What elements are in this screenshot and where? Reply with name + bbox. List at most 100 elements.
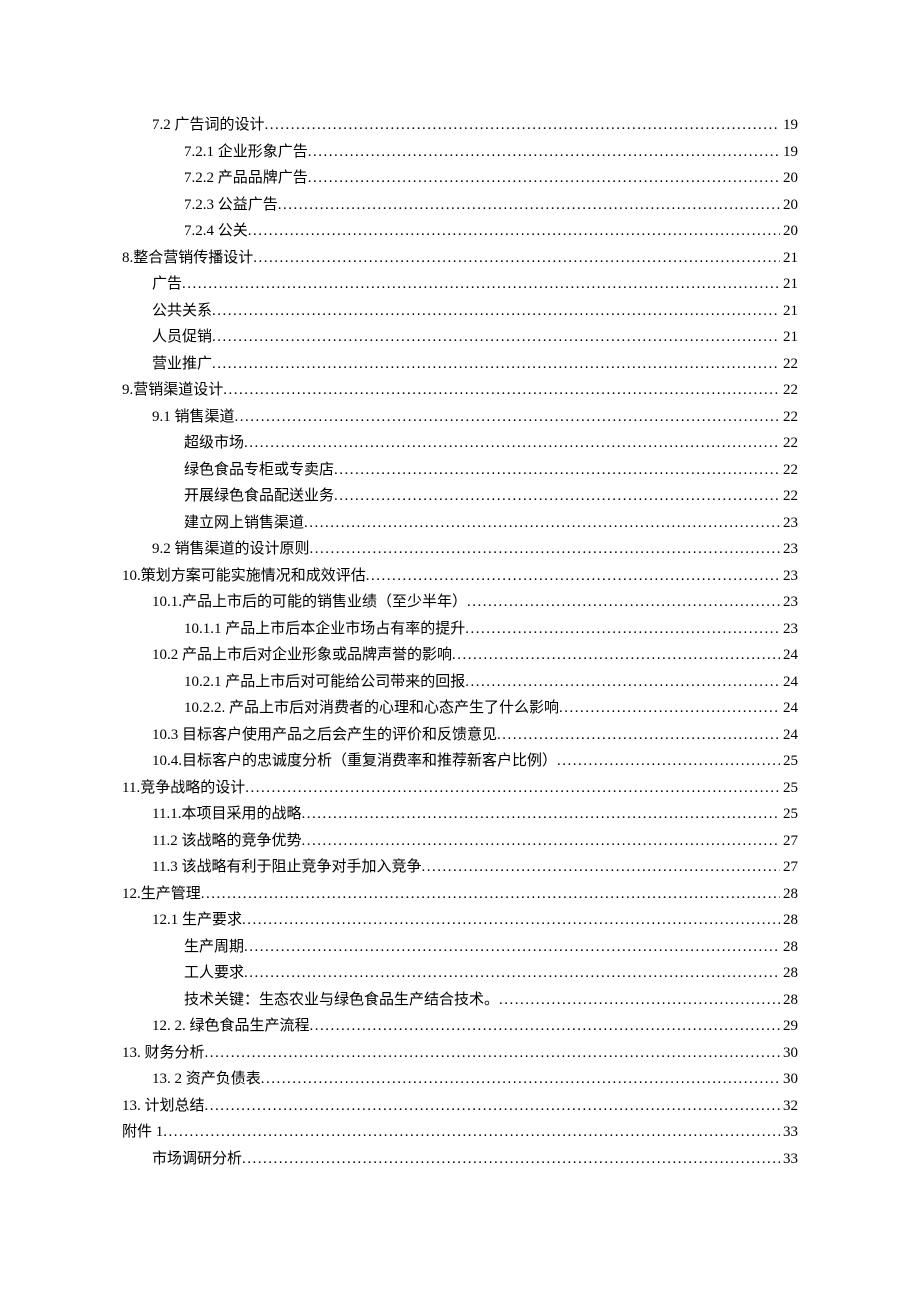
toc-page-number: 28 bbox=[780, 987, 798, 1014]
toc-label: 11.3 该战略有利于阻止竞争对手加入竞争 bbox=[152, 854, 421, 881]
toc-page-number: 24 bbox=[780, 669, 798, 696]
document-page: 7.2 广告词的设计197.2.1 企业形象广告197.2.2 产品品牌广告20… bbox=[0, 0, 920, 1232]
toc-leader-dots bbox=[308, 139, 780, 166]
toc-leader-dots bbox=[559, 695, 780, 722]
toc-label: 广告 bbox=[152, 271, 182, 298]
toc-leader-dots bbox=[245, 775, 780, 802]
toc-page-number: 25 bbox=[780, 775, 798, 802]
toc-page-number: 29 bbox=[780, 1013, 798, 1040]
toc-entry: 10.3 目标客户使用产品之后会产生的评价和反馈意见 24 bbox=[122, 722, 798, 749]
toc-page-number: 23 bbox=[780, 536, 798, 563]
toc-page-number: 30 bbox=[780, 1066, 798, 1093]
toc-leader-dots bbox=[242, 1146, 780, 1173]
toc-label: 9.2 销售渠道的设计原则 bbox=[152, 536, 310, 563]
toc-entry: 工人要求28 bbox=[122, 960, 798, 987]
toc-leader-dots bbox=[334, 457, 780, 484]
toc-label: 7.2 广告词的设计 bbox=[152, 112, 265, 139]
toc-entry: 7.2 广告词的设计19 bbox=[122, 112, 798, 139]
toc-leader-dots bbox=[182, 271, 780, 298]
toc-entry: 超级市场22 bbox=[122, 430, 798, 457]
toc-label: 10.2.1 产品上市后对可能给公司带来的回报 bbox=[184, 669, 465, 696]
toc-entry: 13. 计划总结32 bbox=[122, 1093, 798, 1120]
toc-page-number: 22 bbox=[780, 457, 798, 484]
toc-leader-dots bbox=[163, 1119, 780, 1146]
toc-leader-dots bbox=[497, 722, 780, 749]
toc-leader-dots bbox=[212, 351, 780, 378]
toc-page-number: 22 bbox=[780, 483, 798, 510]
toc-label: 开展绿色食品配送业务 bbox=[184, 483, 334, 510]
toc-page-number: 21 bbox=[780, 324, 798, 351]
toc-page-number: 23 bbox=[780, 589, 798, 616]
toc-page-number: 23 bbox=[780, 563, 798, 590]
toc-entry: 9.营销渠道设计 22 bbox=[122, 377, 798, 404]
toc-entry: 公共关系 21 bbox=[122, 298, 798, 325]
toc-page-number: 21 bbox=[780, 271, 798, 298]
toc-label: 12.生产管理 bbox=[122, 881, 201, 908]
toc-entry: 9.2 销售渠道的设计原则 23 bbox=[122, 536, 798, 563]
toc-label: 9.营销渠道设计 bbox=[122, 377, 223, 404]
toc-entry: 10.1.产品上市后的可能的销售业绩（至少半年） 23 bbox=[122, 589, 798, 616]
toc-label: 建立网上销售渠道 bbox=[184, 510, 304, 537]
toc-entry: 11.竞争战略的设计25 bbox=[122, 775, 798, 802]
toc-label: 技术关键：生态农业与绿色食品生产结合技术。 bbox=[184, 987, 499, 1014]
toc-leader-dots bbox=[304, 510, 780, 537]
toc-leader-dots bbox=[301, 801, 780, 828]
toc-label: 附件 1 bbox=[122, 1119, 163, 1146]
toc-leader-dots bbox=[465, 616, 780, 643]
toc-entry: 广告 21 bbox=[122, 271, 798, 298]
toc-page-number: 23 bbox=[780, 616, 798, 643]
toc-leader-dots bbox=[201, 881, 780, 908]
toc-page-number: 22 bbox=[780, 377, 798, 404]
toc-label: 10.策划方案可能实施情况和成效评估 bbox=[122, 563, 366, 590]
toc-leader-dots bbox=[557, 748, 780, 775]
toc-entry: 营业推广22 bbox=[122, 351, 798, 378]
toc-entry: 7.2.4 公关20 bbox=[122, 218, 798, 245]
toc-page-number: 19 bbox=[780, 139, 798, 166]
toc-leader-dots bbox=[452, 642, 780, 669]
toc-label: 公共关系 bbox=[152, 298, 212, 325]
toc-label: 7.2.2 产品品牌广告 bbox=[184, 165, 308, 192]
toc-label: 11.2 该战略的竞争优势 bbox=[152, 828, 301, 855]
toc-page-number: 30 bbox=[780, 1040, 798, 1067]
toc-entry: 13. 2 资产负债表30 bbox=[122, 1066, 798, 1093]
toc-leader-dots bbox=[223, 377, 780, 404]
table-of-contents: 7.2 广告词的设计197.2.1 企业形象广告197.2.2 产品品牌广告20… bbox=[122, 112, 798, 1172]
toc-entry: 绿色食品专柜或专卖店 22 bbox=[122, 457, 798, 484]
toc-page-number: 21 bbox=[780, 245, 798, 272]
toc-entry: 7.2.1 企业形象广告19 bbox=[122, 139, 798, 166]
toc-page-number: 24 bbox=[780, 695, 798, 722]
toc-leader-dots bbox=[212, 324, 780, 351]
toc-entry: 12.1 生产要求 28 bbox=[122, 907, 798, 934]
toc-entry: 开展绿色食品配送业务 22 bbox=[122, 483, 798, 510]
toc-page-number: 25 bbox=[780, 801, 798, 828]
toc-label: 10.3 目标客户使用产品之后会产生的评价和反馈意见 bbox=[152, 722, 497, 749]
toc-entry: 10.2.2. 产品上市后对消费者的心理和心态产生了什么影响24 bbox=[122, 695, 798, 722]
toc-label: 10.1.产品上市后的可能的销售业绩（至少半年） bbox=[152, 589, 467, 616]
toc-label: 绿色食品专柜或专卖店 bbox=[184, 457, 334, 484]
toc-leader-dots bbox=[421, 854, 780, 881]
toc-leader-dots bbox=[467, 589, 780, 616]
toc-entry: 10.2 产品上市后对企业形象或品牌声誉的影响24 bbox=[122, 642, 798, 669]
toc-leader-dots bbox=[310, 536, 780, 563]
toc-entry: 9.1 销售渠道22 bbox=[122, 404, 798, 431]
toc-leader-dots bbox=[308, 165, 780, 192]
toc-page-number: 21 bbox=[780, 298, 798, 325]
toc-leader-dots bbox=[244, 934, 780, 961]
toc-page-number: 28 bbox=[780, 907, 798, 934]
toc-leader-dots bbox=[366, 563, 780, 590]
toc-label: 9.1 销售渠道 bbox=[152, 404, 235, 431]
toc-page-number: 27 bbox=[780, 828, 798, 855]
toc-label: 12.1 生产要求 bbox=[152, 907, 242, 934]
toc-leader-dots bbox=[244, 430, 780, 457]
toc-leader-dots bbox=[334, 483, 780, 510]
toc-leader-dots bbox=[205, 1093, 780, 1120]
toc-label: 人员促销 bbox=[152, 324, 212, 351]
toc-page-number: 22 bbox=[780, 351, 798, 378]
toc-leader-dots bbox=[253, 245, 780, 272]
toc-leader-dots bbox=[248, 218, 780, 245]
toc-page-number: 22 bbox=[780, 430, 798, 457]
toc-label: 生产周期 bbox=[184, 934, 244, 961]
toc-entry: 10.4.目标客户的忠诚度分析（重复消费率和推荐新客户比例）25 bbox=[122, 748, 798, 775]
toc-page-number: 24 bbox=[780, 722, 798, 749]
toc-label: 10.4.目标客户的忠诚度分析（重复消费率和推荐新客户比例） bbox=[152, 748, 557, 775]
